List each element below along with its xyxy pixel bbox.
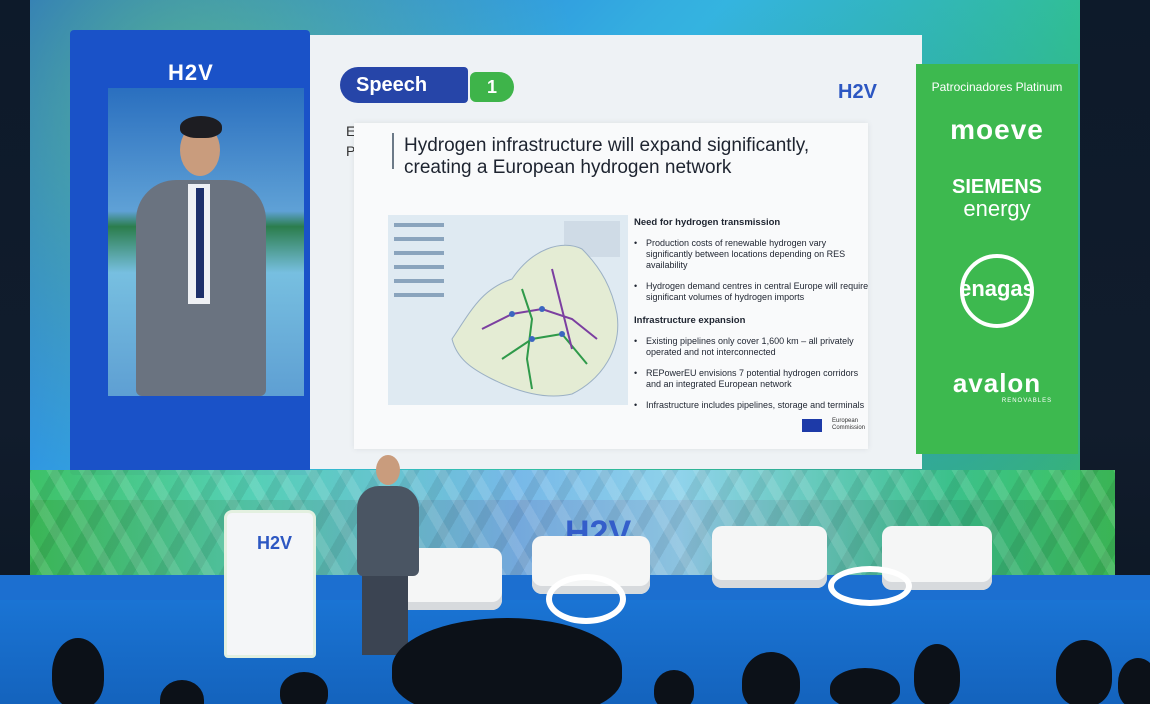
speech-number: 1 [470, 72, 514, 102]
audience-head [830, 668, 900, 704]
slide-content-card: Hydrogen infrastructure will expand sign… [354, 123, 868, 449]
section-heading: Need for hydrogen transmission [634, 217, 781, 228]
map-node [529, 336, 535, 342]
source-label: European Commission [832, 418, 866, 431]
audience-head [280, 672, 328, 704]
audience-head [1118, 658, 1150, 704]
side-table [546, 574, 626, 624]
sponsor-moeve-logo: moeve [950, 114, 1044, 145]
map-node [539, 306, 545, 312]
note-bullet: Hydrogen demand centres in central Europ… [634, 281, 870, 303]
sponsor-enagas-logo: enagas [959, 276, 1035, 301]
note-bullet: Production costs of renewable hydrogen v… [634, 238, 870, 271]
podium-logo: H2V [257, 533, 293, 553]
sponsors-title: Patrocinadores Platinum [931, 80, 1063, 94]
presenter-legs [362, 565, 408, 655]
led-screen: H2V Speech 1 H2V E P Hydrogen infrastruc… [30, 0, 1080, 500]
speech-label: Speech [340, 67, 468, 103]
audience-head [654, 670, 694, 704]
presenter-body [357, 486, 419, 576]
speaker-video [108, 88, 304, 396]
slide-notes: Need for hydrogen transmission Productio… [634, 217, 870, 421]
map-node [509, 311, 515, 317]
note-bullet: REPowerEU envisions 7 potential hydrogen… [634, 368, 870, 390]
sponsor-avalon-subtitle: RENOVABLES [1001, 398, 1053, 404]
audience-head [914, 644, 960, 704]
note-bullet: Existing pipelines only cover 1,600 km –… [634, 336, 870, 358]
europe-map-graphic [451, 244, 619, 397]
energy-word: energy [963, 196, 1031, 221]
note-bullet: Infrastructure includes pipelines, stora… [634, 400, 870, 411]
eu-flag-icon [802, 419, 822, 432]
audience-head [52, 638, 104, 704]
sponsors-panel: Patrocinadores Platinum moeve SIEMENS en… [916, 64, 1078, 454]
slide-title: Hydrogen infrastructure will expand sign… [404, 135, 810, 178]
speaker-hair [180, 116, 222, 138]
speaker-video-panel: H2V [70, 30, 310, 475]
panel-logo: H2V [168, 60, 214, 85]
section-heading: Infrastructure expansion [634, 315, 746, 326]
sponsor-siemens-energy-logo: SIEMENS energy [916, 176, 1078, 220]
podium: H2V [224, 510, 316, 658]
title-divider [392, 133, 394, 169]
europe-landmass [451, 244, 619, 397]
audience-head [1056, 640, 1112, 704]
map-node [559, 331, 565, 337]
sponsor-avalon-logo: avalon [952, 368, 1042, 398]
conference-photo: H2V Speech 1 H2V E P Hydrogen infrastruc… [0, 0, 1150, 704]
slide-logo: H2V [838, 81, 877, 103]
side-table [828, 566, 912, 606]
siemens-word: SIEMENS [951, 176, 1043, 198]
presenter-head [376, 455, 400, 485]
presentation-slide: Speech 1 H2V E P Hydrogen infrastructure… [310, 35, 922, 469]
speaker-tie [196, 188, 204, 298]
armchair [712, 526, 827, 588]
audience-head [742, 652, 800, 704]
